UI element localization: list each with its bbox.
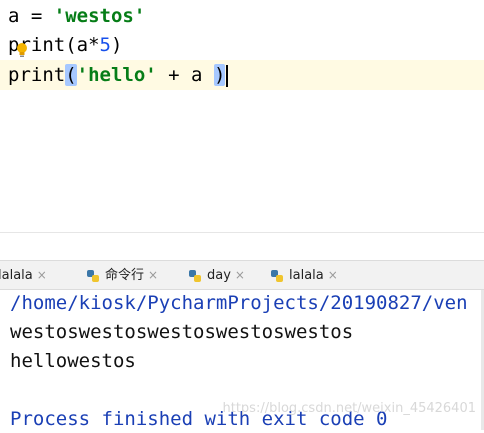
run-tab-lalala-2[interactable]: lalala × (270, 261, 338, 289)
code-token: ) (110, 34, 123, 56)
watermark: https://blog.csdn.net/weixin_45426401 (222, 401, 476, 416)
number-literal: 5 (99, 34, 111, 56)
python-file-icon (189, 269, 201, 282)
run-tab-label: 命令行 (105, 268, 145, 283)
code-token: int(a* (30, 34, 100, 56)
code-line-1[interactable]: a = 'westos' (8, 1, 145, 31)
code-line-3-current[interactable]: print('hello' + a ) (0, 60, 484, 90)
run-tab-cmd[interactable]: 命令行 × (86, 261, 158, 289)
console-command-path[interactable]: /home/kiosk/PycharmProjects/20190827/ven (10, 289, 468, 317)
console-output-line: westoswestoswestoswestoswestos (10, 321, 354, 343)
run-tab-label: day (207, 268, 231, 283)
text-caret (226, 64, 229, 87)
close-icon[interactable]: × (37, 268, 47, 282)
string-literal: 'westos' (53, 5, 146, 27)
console-output-line: hellowestos (10, 350, 136, 372)
run-tab-day[interactable]: day × (188, 261, 245, 289)
code-token: print (8, 64, 66, 86)
code-editor[interactable]: a = 'westos' print(a*5) print('hello' + … (0, 0, 484, 232)
close-icon[interactable]: × (328, 268, 338, 282)
string-literal: 'hello' (76, 64, 157, 86)
close-icon[interactable]: × (148, 268, 158, 282)
run-console[interactable]: /home/kiosk/PycharmProjects/20190827/ven… (0, 290, 484, 430)
run-tab-label: lalala (289, 268, 324, 283)
run-tabs-bar: lalala × 命令行 × day × lalala × (0, 260, 484, 290)
code-token: a = (8, 5, 54, 27)
python-file-icon (87, 269, 99, 282)
code-token: + a (156, 64, 214, 86)
panel-divider[interactable] (0, 232, 484, 261)
python-file-icon (271, 269, 283, 282)
matched-paren-open: ( (65, 64, 77, 86)
close-icon[interactable]: × (235, 268, 245, 282)
lightbulb-icon[interactable] (13, 41, 31, 59)
run-tab-lalala-1[interactable]: lalala × (0, 261, 47, 289)
run-tab-label: lalala (0, 268, 33, 283)
matched-paren-close: ) (213, 64, 226, 86)
